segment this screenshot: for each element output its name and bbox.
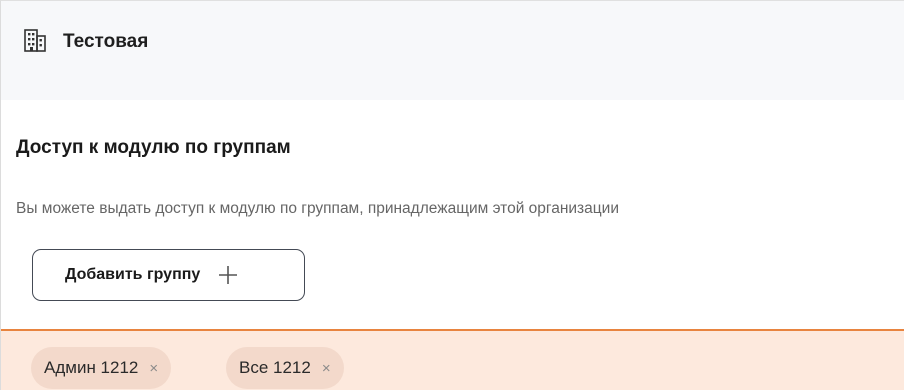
organization-title: Тестовая [63, 31, 149, 52]
add-group-button[interactable]: Добавить группу [32, 249, 305, 301]
selected-groups-bar: Админ 1212 × Все 1212 × [1, 329, 904, 390]
add-group-label: Добавить группу [65, 266, 201, 283]
group-chip-label: Админ 1212 [44, 358, 139, 377]
remove-icon[interactable]: × [149, 361, 158, 376]
plus-icon [219, 266, 238, 284]
group-chip-label: Все 1212 [239, 358, 311, 377]
module-access-panel: Тестовая Доступ к модулю по группам Вы м… [0, 0, 904, 390]
section-description: Вы можете выдать доступ к модулю по груп… [16, 200, 619, 217]
building-icon [24, 29, 46, 52]
group-chip: Админ 1212 × [31, 347, 172, 389]
remove-icon[interactable]: × [322, 361, 331, 376]
organization-header: Тестовая [1, 1, 904, 100]
group-chip: Все 1212 × [226, 347, 344, 389]
section-title: Доступ к модулю по группам [16, 137, 291, 158]
